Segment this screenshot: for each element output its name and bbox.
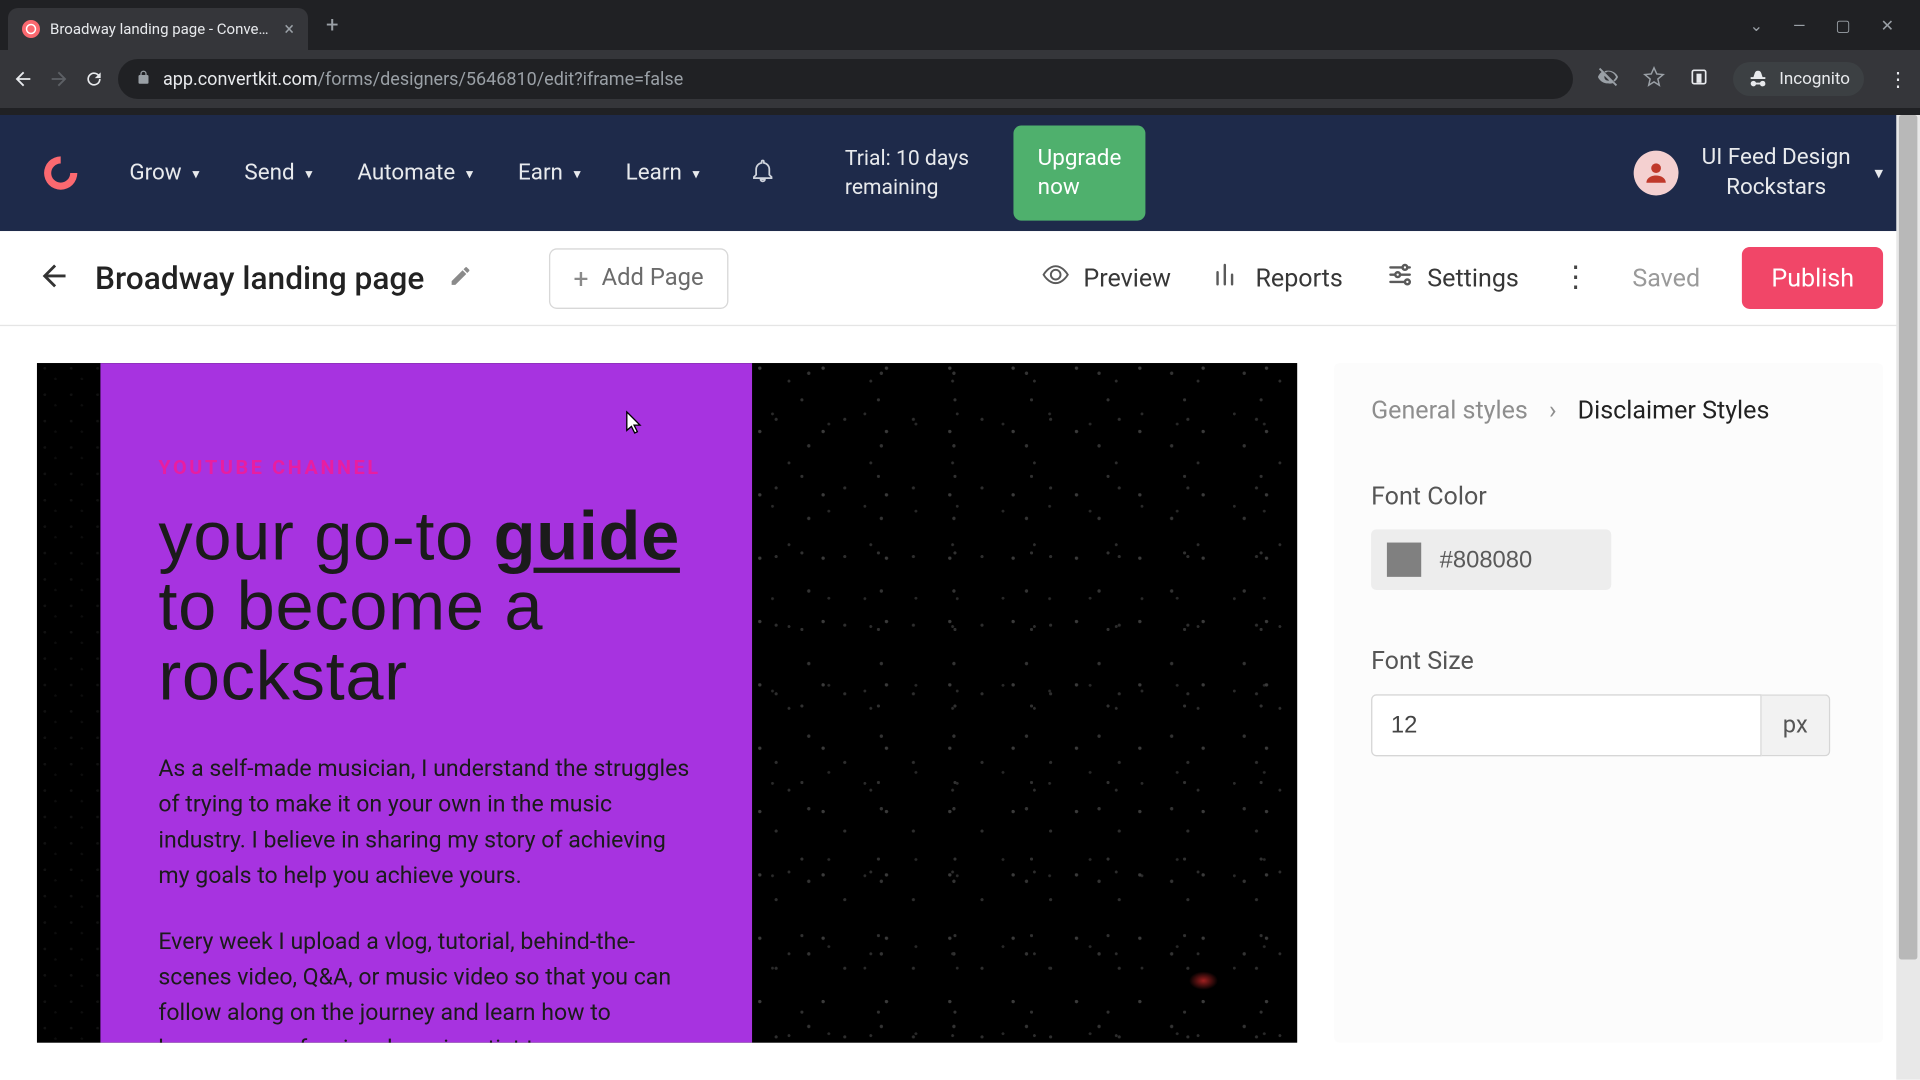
url-field[interactable]: app.convertkit.com/forms/designers/56468… <box>118 59 1573 99</box>
reload-icon[interactable] <box>84 69 104 89</box>
hero-heading[interactable]: your go-to guide to become a rockstar <box>158 503 694 713</box>
forward-icon <box>48 68 70 90</box>
avatar[interactable] <box>1633 151 1678 196</box>
address-bar-right: Incognito ⋮ <box>1587 62 1908 96</box>
hero-panel[interactable]: YOUTUBE CHANNEL your go-to guide to beco… <box>100 363 752 1043</box>
reports-button[interactable]: Reports <box>1213 260 1343 296</box>
canvas[interactable]: YOUTUBE CHANNEL your go-to guide to beco… <box>37 363 1297 1043</box>
trial-status: Trial: 10 daysremaining <box>845 145 969 202</box>
lock-icon <box>136 70 151 89</box>
address-bar: app.convertkit.com/forms/designers/56468… <box>0 50 1920 108</box>
back-button[interactable] <box>37 258 71 298</box>
font-color-value[interactable] <box>1440 546 1572 574</box>
browser-menu-icon[interactable]: ⋮ <box>1888 67 1908 91</box>
canvas-image-area[interactable] <box>752 363 1297 1043</box>
add-page-button[interactable]: + Add Page <box>548 248 728 309</box>
breadcrumb-root[interactable]: General styles <box>1371 395 1528 425</box>
url-text: app.convertkit.com/forms/designers/56468… <box>163 69 683 90</box>
tab-bar: Broadway landing page - Conve… × + ⌄ — ▢… <box>0 0 1920 50</box>
canvas-bg-strip <box>37 363 100 1043</box>
page-scrollbar[interactable] <box>1896 115 1920 1080</box>
image-accent <box>1189 971 1218 989</box>
editor-area: YOUTUBE CHANNEL your go-to guide to beco… <box>0 326 1920 1079</box>
font-size-unit: px <box>1762 694 1830 756</box>
page-title: Broadway landing page <box>95 259 424 296</box>
chevron-down-icon[interactable]: ▾ <box>1874 163 1883 183</box>
page-bar: Broadway landing page + Add Page Preview… <box>0 231 1920 326</box>
scrollbar-thumb[interactable] <box>1899 115 1917 960</box>
browser-tab[interactable]: Broadway landing page - Conve… × <box>8 8 308 50</box>
edit-title-icon[interactable] <box>448 263 472 292</box>
breadcrumb: General styles › Disclaimer Styles <box>1371 395 1846 425</box>
app-root: Grow▾ Send▾ Automate▾ Earn▾ Learn▾ Trial… <box>0 115 1920 1080</box>
font-color-input[interactable] <box>1371 529 1611 590</box>
font-size-input[interactable] <box>1371 694 1762 756</box>
nav-grow[interactable]: Grow▾ <box>129 160 199 186</box>
nav-learn[interactable]: Learn▾ <box>626 160 700 186</box>
eye-off-icon[interactable] <box>1597 66 1619 92</box>
bookmark-star-icon[interactable] <box>1643 66 1665 92</box>
nav-send[interactable]: Send▾ <box>244 160 312 186</box>
eye-icon <box>1041 260 1070 296</box>
chevron-down-icon: ▾ <box>305 164 312 181</box>
convertkit-logo-icon[interactable] <box>37 149 85 197</box>
nav-earn[interactable]: Earn▾ <box>518 160 581 186</box>
chevron-down-icon: ▾ <box>692 164 699 181</box>
font-size-label: Font Size <box>1371 645 1846 675</box>
body-copy[interactable]: As a self-made musician, I understand th… <box>158 752 694 1042</box>
chevron-down-icon: ▾ <box>574 164 581 181</box>
browser-chrome: Broadway landing page - Conve… × + ⌄ — ▢… <box>0 0 1920 115</box>
nav-automate[interactable]: Automate▾ <box>357 160 473 186</box>
chevron-down-icon: ▾ <box>466 164 473 181</box>
incognito-label: Incognito <box>1779 69 1850 89</box>
breadcrumb-current: Disclaimer Styles <box>1578 395 1770 425</box>
team-name: UI Feed DesignRockstars <box>1702 143 1851 204</box>
app-topnav: Grow▾ Send▾ Automate▾ Earn▾ Learn▾ Trial… <box>0 115 1920 231</box>
tab-search-icon[interactable]: ⌄ <box>1750 16 1763 35</box>
eyebrow-text[interactable]: YOUTUBE CHANNEL <box>158 455 694 479</box>
upgrade-button[interactable]: Upgradenow <box>1014 125 1145 220</box>
saved-status: Saved <box>1632 263 1700 293</box>
settings-icon <box>1385 260 1414 296</box>
convertkit-favicon-icon <box>22 20 40 38</box>
minimize-icon[interactable]: — <box>1793 16 1806 35</box>
tab-title: Broadway landing page - Conve… <box>50 20 274 38</box>
preview-button[interactable]: Preview <box>1041 260 1171 296</box>
window-controls: ⌄ — ▢ ✕ <box>1750 16 1912 35</box>
style-panel: General styles › Disclaimer Styles Font … <box>1334 363 1883 1043</box>
back-icon[interactable] <box>12 68 34 90</box>
close-tab-icon[interactable]: × <box>284 19 294 40</box>
new-tab-button[interactable]: + <box>326 13 338 38</box>
font-color-label: Font Color <box>1371 481 1846 511</box>
maximize-icon[interactable]: ▢ <box>1835 16 1850 35</box>
chevron-down-icon: ▾ <box>192 164 199 181</box>
incognito-badge[interactable]: Incognito <box>1733 62 1864 96</box>
publish-button[interactable]: Publish <box>1742 247 1883 309</box>
more-menu-icon[interactable]: ⋮ <box>1561 261 1590 294</box>
settings-button[interactable]: Settings <box>1385 260 1519 296</box>
chevron-right-icon: › <box>1549 395 1557 425</box>
reports-icon <box>1213 260 1242 296</box>
close-window-icon[interactable]: ✕ <box>1881 16 1894 35</box>
incognito-icon <box>1747 68 1769 90</box>
plus-icon: + <box>573 262 588 294</box>
color-swatch[interactable] <box>1387 543 1421 577</box>
notifications-icon[interactable] <box>750 157 776 189</box>
extensions-icon[interactable] <box>1689 67 1709 91</box>
